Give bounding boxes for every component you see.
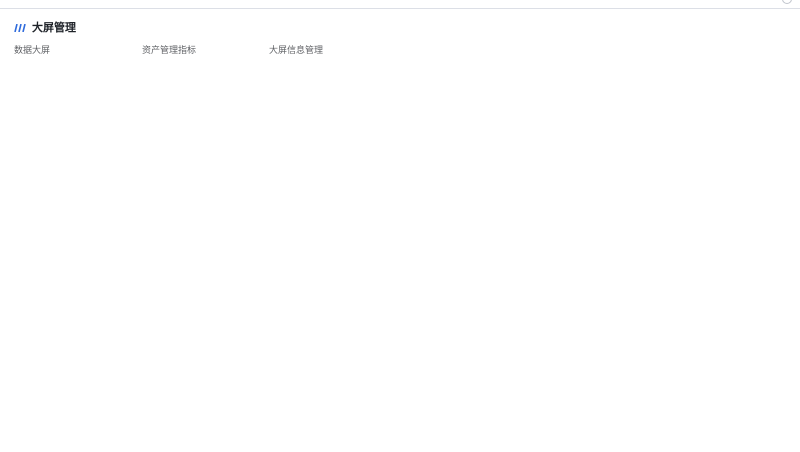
menu-item-asset-metrics[interactable]: 资产管理指标: [142, 44, 196, 58]
menu-row: 数据大屏 资产管理指标 大屏信息管理: [14, 44, 614, 58]
top-bar: [0, 0, 800, 9]
section-header: 大屏管理: [14, 20, 76, 36]
triple-slash-icon: [14, 24, 26, 32]
user-icon[interactable]: [782, 0, 792, 4]
menu-item-screen-info-management[interactable]: 大屏信息管理: [269, 44, 323, 58]
section-title: 大屏管理: [32, 21, 76, 34]
menu-item-data-screen[interactable]: 数据大屏: [14, 44, 50, 58]
